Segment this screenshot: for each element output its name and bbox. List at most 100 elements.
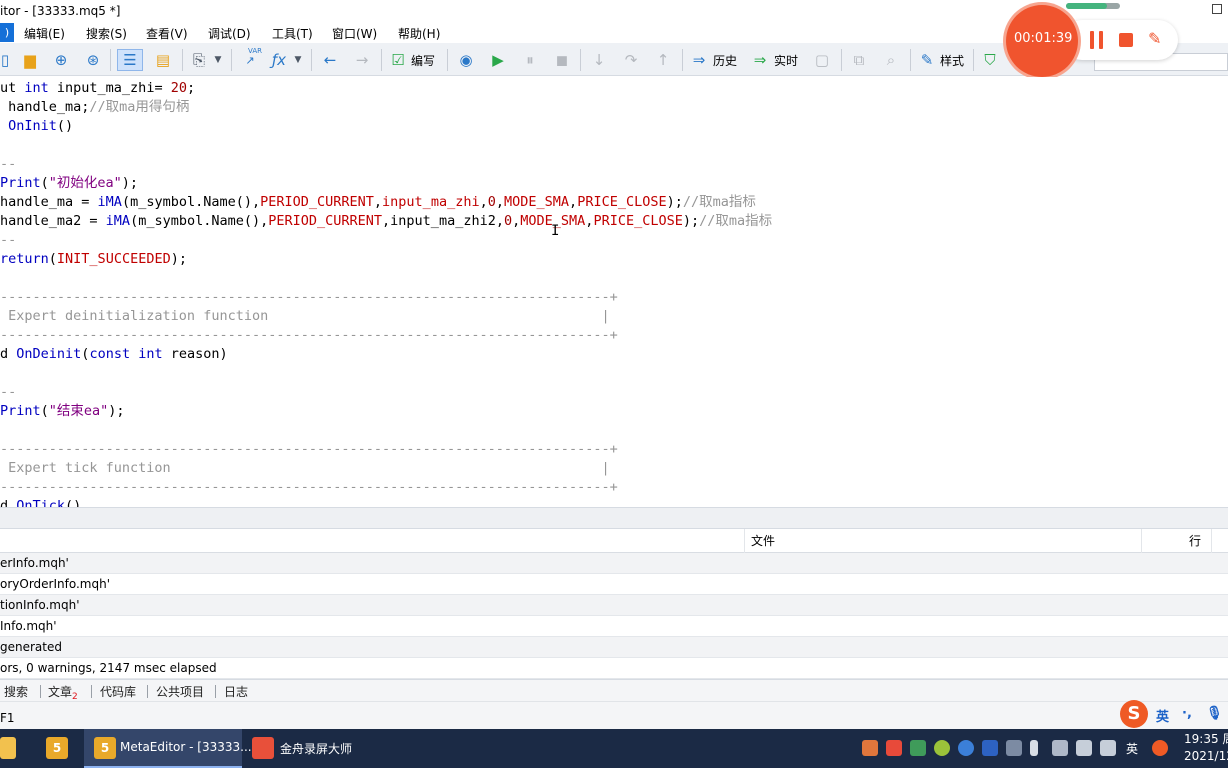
realtime-icon[interactable]: ⇒ — [750, 49, 770, 71]
code-line: d OnTick() — [0, 498, 82, 507]
step-out-icon[interactable]: ↑ — [652, 49, 674, 71]
cloud-check-icon[interactable]: ⛉ — [979, 49, 1001, 71]
metaeditor-pinned-icon[interactable]: 5 — [46, 737, 68, 759]
code-line: -- — [0, 156, 17, 172]
stop-icon[interactable]: ◼ — [551, 49, 573, 71]
code-editor[interactable]: ut int input_ma_zhi= 20; handle_ma;//取ma… — [0, 77, 1228, 507]
code-line: handle_ma;//取ma用得句柄 — [0, 99, 190, 115]
recorder-progress-fill — [1066, 3, 1107, 9]
tab-public-projects[interactable]: 公共项目 — [156, 683, 204, 700]
find-icon[interactable]: ⌕ — [880, 49, 902, 71]
code-line: d OnDeinit(const int reason) — [0, 346, 228, 362]
code-line: handle_ma = iMA(m_symbol.Name(),PERIOD_C… — [0, 194, 756, 210]
new-file-icon[interactable]: ▯ — [0, 49, 10, 71]
tray-display-icon[interactable] — [1006, 740, 1022, 756]
output-row[interactable]: erInfo.mqh' — [0, 553, 1228, 574]
battery-icon[interactable] — [1076, 740, 1092, 756]
play-icon[interactable]: ▶ — [487, 49, 509, 71]
output-row[interactable]: tionInfo.mqh' — [0, 595, 1228, 616]
taskbar-metaeditor-button[interactable]: 5 MetaEditor - [33333... — [84, 729, 252, 768]
metaeditor-app-icon: 5 — [94, 737, 116, 759]
taskbar-clock[interactable]: 19:35 周 2021/12 — [1184, 731, 1228, 765]
tab-articles-label: 文章 — [48, 685, 73, 699]
pause-icon[interactable]: ⏸ — [519, 49, 541, 71]
menu-help[interactable]: 帮助(H) — [398, 25, 440, 42]
back-arrow-icon[interactable]: ← — [318, 49, 342, 71]
chevron-down-icon[interactable]: ▼ — [212, 49, 224, 71]
menu-tools[interactable]: 工具(T) — [272, 25, 313, 42]
history-icon[interactable]: ⇒ — [689, 49, 709, 71]
function-icon[interactable]: ƒx — [268, 49, 290, 71]
tab-journal[interactable]: 日志 — [224, 683, 248, 700]
output-header: 文件 行 — [0, 529, 1228, 553]
copy-icon[interactable]: ⧉ — [848, 49, 870, 71]
breakpoint-icon[interactable]: ▢ — [811, 49, 833, 71]
navigator-icon[interactable]: ☰ — [117, 49, 143, 71]
menu-window[interactable]: 窗口(W) — [332, 25, 377, 42]
tray-input-language[interactable]: 英 — [1126, 740, 1138, 757]
recorder-stop-icon[interactable] — [1119, 33, 1133, 47]
volume-icon[interactable] — [1100, 740, 1116, 756]
recorder-pen-icon[interactable]: ✎ — [1148, 29, 1161, 48]
microphone-tray-icon[interactable] — [1030, 740, 1038, 756]
output-row[interactable]: Info.mqh' — [0, 616, 1228, 637]
shield-icon[interactable] — [910, 740, 926, 756]
app-menu-icon[interactable]: ) — [0, 23, 14, 42]
step-into-icon[interactable]: ↓ — [588, 49, 610, 71]
clock-time: 19:35 周 — [1184, 732, 1228, 746]
code-line: Print("结束ea"); — [0, 403, 125, 419]
column-end — [1211, 529, 1228, 553]
panel-splitter[interactable] — [0, 507, 1228, 529]
download-icon[interactable]: ⊕ — [50, 49, 72, 71]
open-folder-icon[interactable]: ▆ — [19, 49, 41, 71]
ime-language[interactable]: 英 — [1156, 706, 1169, 725]
code-line: return(INIT_SUCCEEDED); — [0, 251, 187, 267]
insert-variable-icon[interactable]: VAR ↗ — [238, 47, 262, 71]
menu-debug[interactable]: 调试(D) — [208, 25, 251, 42]
start-debug-icon[interactable]: ◉ — [455, 49, 477, 71]
tab-search[interactable]: 搜索 — [4, 683, 28, 700]
output-row[interactable]: oryOrderInfo.mqh' — [0, 574, 1228, 595]
menu-search[interactable]: 搜索(S) — [86, 25, 127, 42]
tray-app-icon[interactable] — [886, 740, 902, 756]
compile-icon[interactable]: ☑ — [388, 49, 408, 71]
menu-edit[interactable]: 编辑(E) — [24, 25, 65, 42]
var-icon-text: VAR — [248, 47, 262, 55]
code-line: handle_ma2 = iMA(m_symbol.Name(),PERIOD_… — [0, 213, 773, 229]
menu-view[interactable]: 查看(V) — [146, 25, 188, 42]
tab-articles[interactable]: 文章2 — [48, 683, 78, 702]
file-explorer-icon[interactable] — [0, 737, 16, 759]
ime-toolbar[interactable]: S 英 ·, 🎙 — [1120, 700, 1228, 728]
ime-punctuation[interactable]: ·, — [1182, 706, 1192, 721]
toolbox-icon[interactable]: ▤ — [151, 49, 175, 71]
tray-globe-icon[interactable] — [958, 740, 974, 756]
step-over-icon[interactable]: ↷ — [620, 49, 642, 71]
paste-icon[interactable]: ⎘ — [188, 49, 210, 71]
output-row[interactable]: generated — [0, 637, 1228, 658]
microphone-icon[interactable]: 🎙 — [1206, 706, 1223, 721]
style-icon[interactable]: ✎ — [917, 49, 937, 71]
tray-app-icon[interactable] — [862, 740, 878, 756]
realtime-button[interactable]: 实时 — [774, 52, 798, 69]
recorder-pause-icon[interactable] — [1090, 31, 1104, 49]
history-button[interactable]: 历史 — [713, 52, 737, 69]
compile-button[interactable]: 编写 — [411, 52, 435, 69]
maximize-icon[interactable] — [1212, 4, 1222, 14]
download-all-icon[interactable]: ⊛ — [82, 49, 104, 71]
taskbar-metaeditor-label: MetaEditor - [33333... — [120, 740, 252, 754]
tray-plus-icon[interactable] — [934, 740, 950, 756]
network-icon[interactable] — [1052, 740, 1068, 756]
tab-codebase[interactable]: 代码库 — [100, 683, 136, 700]
forward-arrow-icon[interactable]: → — [350, 49, 374, 71]
code-line: ----------------------------------------… — [0, 441, 618, 457]
column-file[interactable]: 文件 — [744, 529, 775, 553]
column-line[interactable]: 行 — [1141, 529, 1211, 553]
output-row[interactable]: ors, 0 warnings, 2147 msec elapsed — [0, 658, 1228, 679]
sogou-logo-icon[interactable]: S — [1120, 700, 1148, 728]
bluetooth-icon[interactable] — [982, 740, 998, 756]
text-cursor-icon: I — [551, 223, 560, 239]
chevron-down-icon[interactable]: ▼ — [292, 49, 304, 71]
taskbar-recorder-button[interactable]: 金舟录屏大师 — [244, 729, 400, 768]
style-button[interactable]: 样式 — [940, 52, 964, 69]
sogou-tray-icon[interactable] — [1152, 740, 1168, 756]
